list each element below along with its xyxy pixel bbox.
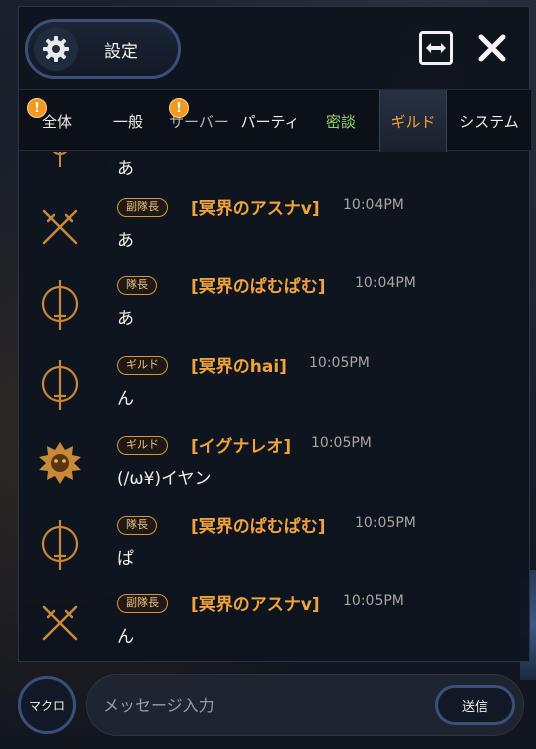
chat-log[interactable]: あ 副隊長 [冥界のアスナv] 10:04PM あ 隊長 [冥界のぱむぱむ] 1… xyxy=(19,152,531,663)
message-time: 10:04PM xyxy=(343,197,404,213)
send-button[interactable]: 送信 xyxy=(435,685,515,725)
rank-badge: 隊長 xyxy=(117,516,157,535)
notification-badge: ! xyxy=(27,98,47,118)
close-button[interactable] xyxy=(473,29,511,67)
rank-badge: ギルド xyxy=(117,436,168,455)
rank-badge: 副隊長 xyxy=(117,594,168,613)
message-time: 10:05PM xyxy=(309,355,370,371)
tab-label: パーティ xyxy=(240,112,300,131)
message-text: ん xyxy=(117,627,134,647)
macro-label: マクロ xyxy=(28,698,65,713)
message-input[interactable] xyxy=(103,689,423,721)
message-time: 10:05PM xyxy=(311,435,372,451)
chat-header: 設定 xyxy=(19,7,531,89)
tab-label: 一般 xyxy=(112,112,143,131)
sender-name[interactable]: [イグナレオ] xyxy=(191,432,291,457)
settings-button[interactable]: 設定 xyxy=(25,19,181,79)
chat-message: 副隊長 [冥界のアスナv] 10:05PM ん xyxy=(19,593,531,663)
chat-message: ギルド [イグナレオ] 10:05PM (/ω¥)イヤン xyxy=(19,435,531,512)
tab-whisper[interactable]: 密談 xyxy=(303,90,379,152)
close-icon xyxy=(478,34,506,62)
crossed-swords-icon xyxy=(37,600,83,646)
resize-arrows-icon xyxy=(426,43,446,53)
tab-label: 全体 xyxy=(41,112,72,131)
gear-icon xyxy=(34,27,78,71)
chat-message: あ xyxy=(19,152,531,198)
resize-button[interactable] xyxy=(419,31,453,65)
chat-window: 設定 全体 ! 一般 サーバー ! パーティ 密談 ギルド システム あ 副隊長… xyxy=(18,6,531,663)
rank-badge: 副隊長 xyxy=(117,198,168,217)
chat-message: 副隊長 [冥界のアスナv] 10:04PM あ xyxy=(19,197,531,274)
sword-emblem-icon xyxy=(37,520,83,570)
message-text: あ xyxy=(117,231,134,251)
settings-label: 設定 xyxy=(104,41,138,62)
chat-footer: マクロ 送信 xyxy=(18,668,530,744)
message-time: 10:04PM xyxy=(355,275,416,291)
lion-emblem-icon xyxy=(37,440,83,486)
sender-name[interactable]: [冥界のアスナv] xyxy=(191,194,320,219)
sender-name[interactable]: [冥界のアスナv] xyxy=(191,590,320,615)
macro-button[interactable]: マクロ xyxy=(18,676,76,734)
chat-message: 隊長 [冥界のぱむぱむ] 10:05PM ぱ xyxy=(19,515,531,592)
message-text: あ xyxy=(117,309,134,329)
message-time: 10:05PM xyxy=(343,593,404,609)
sender-name[interactable]: [冥界のhai] xyxy=(191,352,287,377)
channel-tabs: 全体 ! 一般 サーバー ! パーティ 密談 ギルド システム xyxy=(19,89,531,152)
message-input-box: 送信 xyxy=(86,674,524,736)
crossed-swords-icon xyxy=(37,204,83,250)
message-text: ぱ xyxy=(117,549,134,569)
rank-badge: ギルド xyxy=(117,356,168,375)
chat-message: ギルド [冥界のhai] 10:05PM ん xyxy=(19,355,531,432)
tab-guild[interactable]: ギルド xyxy=(379,90,447,152)
message-text: ん xyxy=(117,389,134,409)
sender-name[interactable]: [冥界のぱむぱむ] xyxy=(191,512,326,537)
message-text: (/ω¥)イヤン xyxy=(117,469,212,489)
tab-party[interactable]: パーティ xyxy=(237,90,303,152)
sender-name[interactable]: [冥界のぱむぱむ] xyxy=(191,272,326,297)
send-label: 送信 xyxy=(461,699,488,715)
tab-general[interactable]: 一般 xyxy=(95,90,161,152)
sword-emblem-icon xyxy=(37,360,83,410)
tab-system[interactable]: システム xyxy=(447,90,531,152)
message-time: 10:05PM xyxy=(355,515,416,531)
message-text: あ xyxy=(117,159,134,179)
chat-message: 隊長 [冥界のぱむぱむ] 10:04PM あ xyxy=(19,275,531,352)
sword-emblem-icon xyxy=(37,152,83,172)
tab-label: システム xyxy=(459,112,519,131)
tab-label: ギルド xyxy=(390,112,436,131)
tab-label: 密談 xyxy=(325,112,356,131)
sword-emblem-icon xyxy=(37,280,83,330)
notification-badge: ! xyxy=(169,98,189,118)
rank-badge: 隊長 xyxy=(117,276,157,295)
